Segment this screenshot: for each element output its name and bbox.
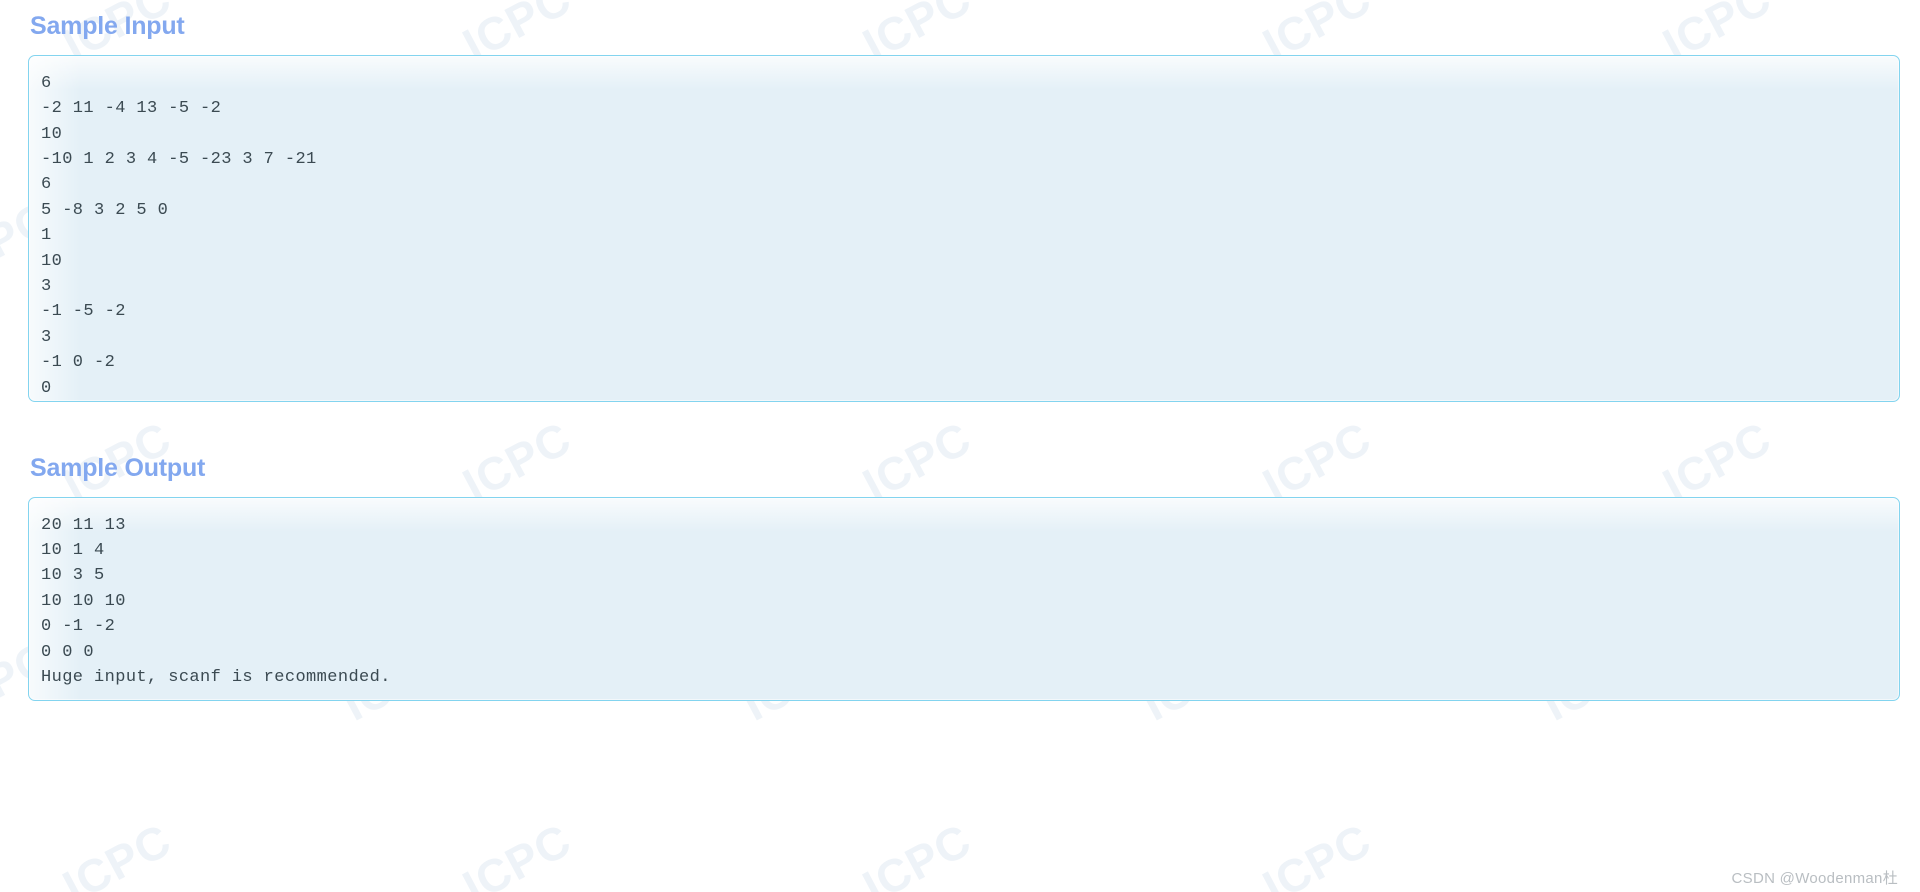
sample-input-code-block[interactable]: 6 -2 11 -4 13 -5 -2 10 -10 1 2 3 4 -5 -2… [28, 54, 1900, 402]
watermark-tile: ICPC [854, 813, 980, 892]
problem-samples-page: Sample Input 6 -2 11 -4 13 -5 -2 10 -10 … [0, 0, 1920, 701]
csdn-attribution-watermark: CSDN @Woodenman杜 [1731, 870, 1898, 887]
sample-output-code-text: 20 11 13 10 1 4 10 3 5 10 10 10 0 -1 -2 … [41, 515, 391, 687]
watermark-tile: ICPC [1254, 813, 1380, 892]
sample-input-code-text: 6 -2 11 -4 13 -5 -2 10 -10 1 2 3 4 -5 -2… [41, 73, 317, 398]
sample-output-code-block[interactable]: 20 11 13 10 1 4 10 3 5 10 10 10 0 -1 -2 … [28, 496, 1900, 701]
watermark-tile: ICPC [54, 813, 180, 892]
sample-input-heading: Sample Input [30, 12, 185, 40]
watermark-tile: ICPC [454, 813, 580, 892]
sample-output-heading: Sample Output [30, 453, 206, 482]
